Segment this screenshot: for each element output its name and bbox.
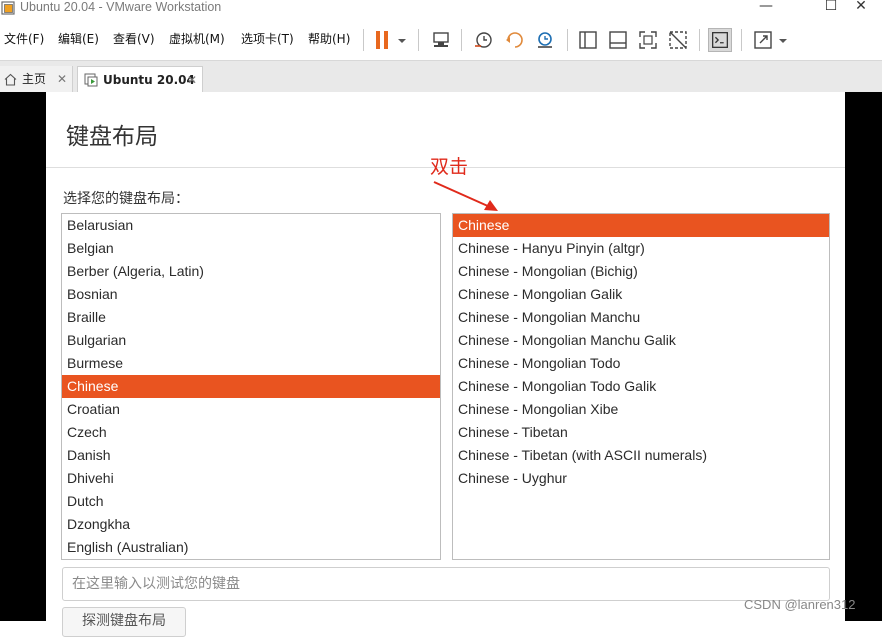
variant-list-item[interactable]: Chinese - Mongolian Manchu [453,306,829,329]
stretch-guest-icon[interactable] [751,28,775,52]
layout-list-item[interactable]: Belarusian [62,214,440,237]
menu-vm[interactable]: 虚拟机(M) [169,30,225,47]
variant-list[interactable]: Chinese Chinese - Hanyu Pinyin (altgr) Chi… [452,213,830,560]
keyboard-layout-dialog: 键盘布局 选择您的键盘布局： 双击 Belarusian Belgian Berbe… [46,92,845,637]
console-view-icon[interactable] [708,28,732,52]
library-view-icon[interactable] [576,28,600,52]
layout-list-item[interactable]: Dhivehi [62,467,440,490]
close-window-button[interactable]: ✕ [838,0,882,16]
layout-list-item[interactable]: Braille [62,306,440,329]
minimize-button[interactable]: — [743,0,789,16]
variant-list-item[interactable]: Chinese - Mongolian Manchu Galik [453,329,829,352]
tab-ubuntu-label: Ubuntu 20.04 [103,73,195,87]
window-titlebar: Ubuntu 20.04 - VMware Workstation — ☐ ✕ [0,0,882,17]
unity-mode-icon[interactable] [666,28,690,52]
layout-list-item[interactable]: English (Australian) [62,536,440,559]
layout-list-item[interactable]: Danish [62,444,440,467]
layout-list-item[interactable]: Bulgarian [62,329,440,352]
layout-list-item[interactable]: Czech [62,421,440,444]
variant-list-item[interactable]: Chinese - Mongolian Xibe [453,398,829,421]
power-dropdown-icon[interactable] [395,28,409,52]
variant-list-item[interactable]: Chinese - Hanyu Pinyin (altgr) [453,237,829,260]
variant-list-item[interactable]: Chinese - Mongolian Galik [453,283,829,306]
thumbnail-view-icon[interactable] [606,28,630,52]
toolbar-separator [363,29,364,51]
detect-layout-button[interactable]: 探测键盘布局 [62,607,186,637]
pause-icon[interactable] [372,28,396,52]
snapshot-manager-icon[interactable] [534,28,558,52]
vmware-app-icon [1,1,15,15]
toolbar-separator [567,29,568,51]
toolbar-separator [418,29,419,51]
variant-list-item[interactable]: Chinese - Mongolian (Bichig) [453,260,829,283]
toolbar-separator [699,29,700,51]
menu-tabs[interactable]: 选项卡(T) [241,30,294,47]
annotation-label: 双击 [430,156,469,178]
layout-list-item[interactable]: Belgian [62,237,440,260]
layout-prompt: 选择您的键盘布局： [63,191,189,207]
menu-view[interactable]: 查看(V) [113,30,155,47]
dialog-title: 键盘布局 [66,124,158,150]
tab-home[interactable]: 主页 ✕ [0,66,73,93]
menu-help[interactable]: 帮助(H) [308,30,350,47]
csdn-watermark: CSDN @lanren312 [744,597,856,612]
layout-list-item[interactable]: Chinese [62,375,440,398]
layout-list-item[interactable]: Berber (Algeria, Latin) [62,260,440,283]
snapshot-icon[interactable] [472,28,496,52]
home-icon [4,73,17,86]
tab-home-label: 主页 [22,72,47,86]
tab-home-close-icon[interactable]: ✕ [57,66,67,92]
layout-list-item[interactable]: Croatian [62,398,440,421]
layout-list-item[interactable]: Dutch [62,490,440,513]
window-title: Ubuntu 20.04 - VMware Workstation [20,0,222,14]
variant-list-item[interactable]: Chinese - Tibetan [453,421,829,444]
revert-snapshot-icon[interactable] [503,28,527,52]
keyboard-test-input[interactable] [62,567,830,601]
toolbar-separator [741,29,742,51]
menu-toolbar: 文件(F) 编辑(E) 查看(V) 虚拟机(M) 选项卡(T) 帮助(H) [0,17,882,60]
layout-list-item[interactable]: Bosnian [62,283,440,306]
variant-list-item[interactable]: Chinese - Uyghur [453,467,829,490]
layout-list[interactable]: Belarusian Belgian Berber (Algeria, Latin)… [61,213,441,560]
annotation-arrow-icon [433,181,498,211]
tab-ubuntu[interactable]: Ubuntu 20.04 ✕ [77,66,203,93]
full-screen-icon[interactable] [636,28,660,52]
variant-list-item[interactable]: Chinese - Tibetan (with ASCII numerals) [453,444,829,467]
variant-list-item[interactable]: Chinese - Mongolian Todo [453,352,829,375]
tab-bar: 主页 ✕ Ubuntu 20.04 ✕ [0,60,882,93]
send-ctrl-alt-del-icon[interactable] [430,28,454,52]
layout-list-item[interactable]: Dzongkha [62,513,440,536]
tab-ubuntu-close-icon[interactable]: ✕ [187,67,197,93]
variant-list-item[interactable]: Chinese [453,214,829,237]
toolbar-separator [461,29,462,51]
variant-list-item[interactable]: Chinese - Mongolian Todo Galik [453,375,829,398]
menu-edit[interactable]: 编辑(E) [58,30,99,47]
stretch-dropdown-icon[interactable] [776,28,790,52]
menu-file[interactable]: 文件(F) [4,30,44,47]
vm-running-icon [84,73,98,87]
layout-list-item[interactable]: Burmese [62,352,440,375]
